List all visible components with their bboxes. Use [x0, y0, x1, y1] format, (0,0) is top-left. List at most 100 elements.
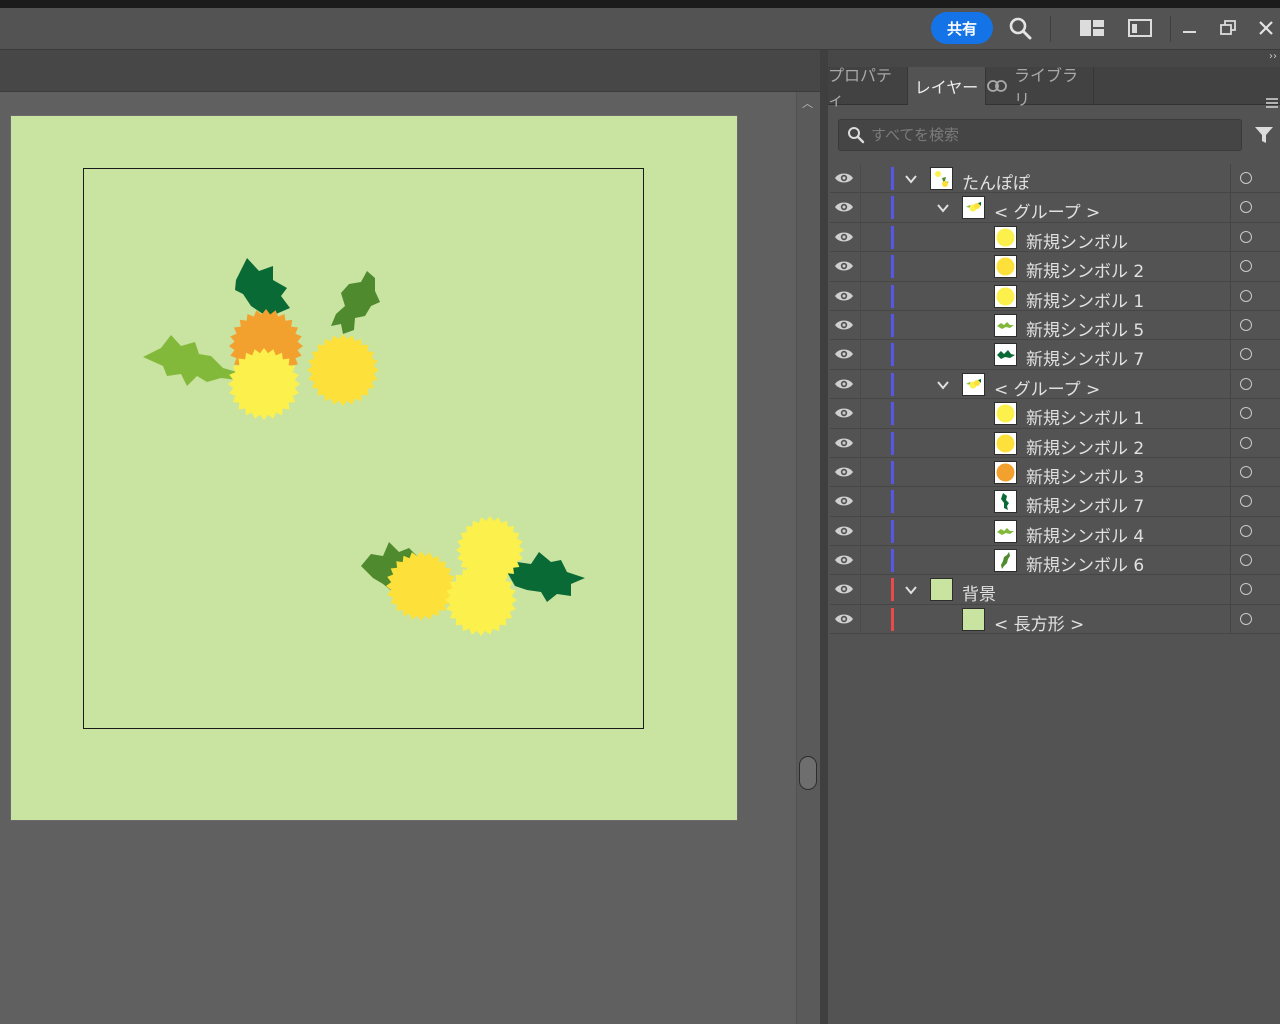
lock-column[interactable]: [860, 164, 861, 193]
target-circle-icon[interactable]: [1240, 524, 1252, 537]
layer-row[interactable]: 新規シンボル 1: [830, 399, 1280, 429]
workspace-icon[interactable]: [1126, 14, 1154, 42]
visibility-eye-icon[interactable]: [834, 552, 854, 568]
visibility-eye-icon[interactable]: [834, 611, 854, 627]
layer-row[interactable]: 新規シンボル 7: [830, 487, 1280, 518]
target-column-divider: [1230, 604, 1231, 634]
lock-column[interactable]: [860, 340, 861, 370]
panel-menu-icon[interactable]: [1264, 94, 1280, 112]
layer-row[interactable]: 新規シンボル: [830, 222, 1280, 253]
layer-row[interactable]: 新規シンボル 7: [830, 340, 1280, 370]
target-circle-icon[interactable]: [1240, 201, 1252, 214]
scroll-thumb[interactable]: [799, 756, 817, 790]
visibility-eye-icon[interactable]: [834, 288, 854, 304]
dandelion-yellow[interactable]: [445, 564, 517, 636]
lock-column[interactable]: [860, 487, 861, 517]
lock-column[interactable]: [860, 369, 861, 399]
expand-chevron-icon[interactable]: [936, 200, 950, 214]
target-circle-icon[interactable]: [1240, 289, 1252, 302]
target-circle-icon[interactable]: [1240, 230, 1252, 243]
visibility-eye-icon[interactable]: [834, 199, 854, 215]
lock-column[interactable]: [860, 281, 861, 311]
visibility-eye-icon[interactable]: [834, 317, 854, 333]
layer-row[interactable]: 新規シンボル 4: [830, 516, 1280, 547]
layer-row[interactable]: 新規シンボル 2: [830, 428, 1280, 459]
tab-libraries[interactable]: ライブラリ: [986, 66, 1094, 109]
expand-chevron-icon[interactable]: [936, 377, 950, 391]
minimize-icon[interactable]: [1175, 14, 1203, 42]
search-icon[interactable]: [1006, 14, 1034, 42]
lock-column[interactable]: [860, 193, 861, 223]
visibility-eye-icon[interactable]: [834, 170, 854, 186]
target-circle-icon[interactable]: [1240, 348, 1252, 361]
search-input[interactable]: [871, 126, 1231, 144]
target-circle-icon[interactable]: [1240, 318, 1252, 331]
restore-icon[interactable]: [1214, 14, 1242, 42]
lock-column[interactable]: [860, 428, 861, 458]
target-circle-icon[interactable]: [1240, 612, 1252, 625]
lock-column[interactable]: [860, 575, 861, 605]
lock-column[interactable]: [860, 546, 861, 576]
layer-search-box[interactable]: [838, 119, 1242, 151]
visibility-eye-icon[interactable]: [834, 435, 854, 451]
artboard[interactable]: [11, 116, 737, 820]
layer-row[interactable]: 新規シンボル 2: [830, 252, 1280, 282]
dandelion-artwork[interactable]: [11, 116, 737, 820]
lock-column[interactable]: [860, 399, 861, 429]
layer-row[interactable]: 背景: [830, 575, 1280, 605]
share-button[interactable]: 共有: [931, 12, 993, 44]
visibility-eye-icon[interactable]: [834, 581, 854, 597]
visibility-eye-icon[interactable]: [834, 464, 854, 480]
visibility-eye-icon[interactable]: [834, 493, 854, 509]
target-circle-icon[interactable]: [1240, 583, 1252, 596]
layers-list: たんぽぽ < グループ > 新規シンボル 新規シンボル 2 新規シンボル 1 新規シンボル…: [830, 164, 1280, 635]
tab-layers[interactable]: レイヤー: [908, 67, 986, 105]
target-circle-icon[interactable]: [1240, 407, 1252, 420]
scroll-up-icon[interactable]: ︿: [802, 95, 813, 111]
layer-row[interactable]: < グループ >: [830, 193, 1280, 223]
tab-properties[interactable]: プロパティ: [828, 66, 908, 109]
layer-row[interactable]: 新規シンボル 5: [830, 310, 1280, 341]
target-circle-icon[interactable]: [1240, 172, 1252, 184]
lock-column[interactable]: [860, 252, 861, 282]
arrange-documents-icon[interactable]: [1078, 14, 1106, 42]
expand-chevron-icon[interactable]: [904, 171, 918, 185]
expand-chevron-icon[interactable]: [904, 582, 918, 596]
lock-column[interactable]: [860, 310, 861, 340]
layer-row[interactable]: < 長方形 >: [830, 604, 1280, 635]
layer-row[interactable]: 新規シンボル 6: [830, 546, 1280, 576]
vertical-scrollbar[interactable]: ︿: [796, 92, 820, 1024]
visibility-eye-icon[interactable]: [834, 346, 854, 362]
target-circle-icon[interactable]: [1240, 554, 1252, 567]
app-titlebar: 共有: [0, 8, 1280, 50]
layer-name: 新規シンボル 7: [1026, 497, 1145, 518]
visibility-eye-icon[interactable]: [834, 229, 854, 245]
filter-icon[interactable]: [1253, 124, 1275, 146]
target-circle-icon[interactable]: [1240, 436, 1252, 449]
target-circle-icon[interactable]: [1240, 465, 1252, 478]
visibility-eye-icon[interactable]: [834, 376, 854, 392]
layer-name: 新規シンボル: [1026, 232, 1128, 253]
lock-column[interactable]: [860, 516, 861, 546]
layer-row[interactable]: < グループ >: [830, 369, 1280, 400]
target-circle-icon[interactable]: [1240, 377, 1252, 390]
lock-column[interactable]: [860, 457, 861, 487]
target-circle-icon[interactable]: [1240, 495, 1252, 508]
visibility-eye-icon[interactable]: [834, 405, 854, 421]
dandelion-yellow[interactable]: [228, 348, 300, 420]
canvas-area[interactable]: [0, 92, 796, 1024]
close-icon[interactable]: [1252, 14, 1280, 42]
layer-row[interactable]: たんぽぽ: [830, 164, 1280, 194]
layer-name: < 長方形 >: [994, 614, 1085, 635]
collapse-panel-icon[interactable]: ››: [1269, 51, 1277, 62]
lock-column[interactable]: [860, 222, 861, 252]
layer-row[interactable]: 新規シンボル 1: [830, 281, 1280, 312]
target-circle-icon[interactable]: [1240, 260, 1252, 273]
dandelion-gold[interactable]: [386, 551, 456, 621]
dandelion-gold[interactable]: [307, 334, 379, 406]
lock-column[interactable]: [860, 604, 861, 634]
visibility-eye-icon[interactable]: [834, 258, 854, 274]
panel-divider[interactable]: [820, 50, 828, 1024]
layer-row[interactable]: 新規シンボル 3: [830, 457, 1280, 488]
visibility-eye-icon[interactable]: [834, 523, 854, 539]
